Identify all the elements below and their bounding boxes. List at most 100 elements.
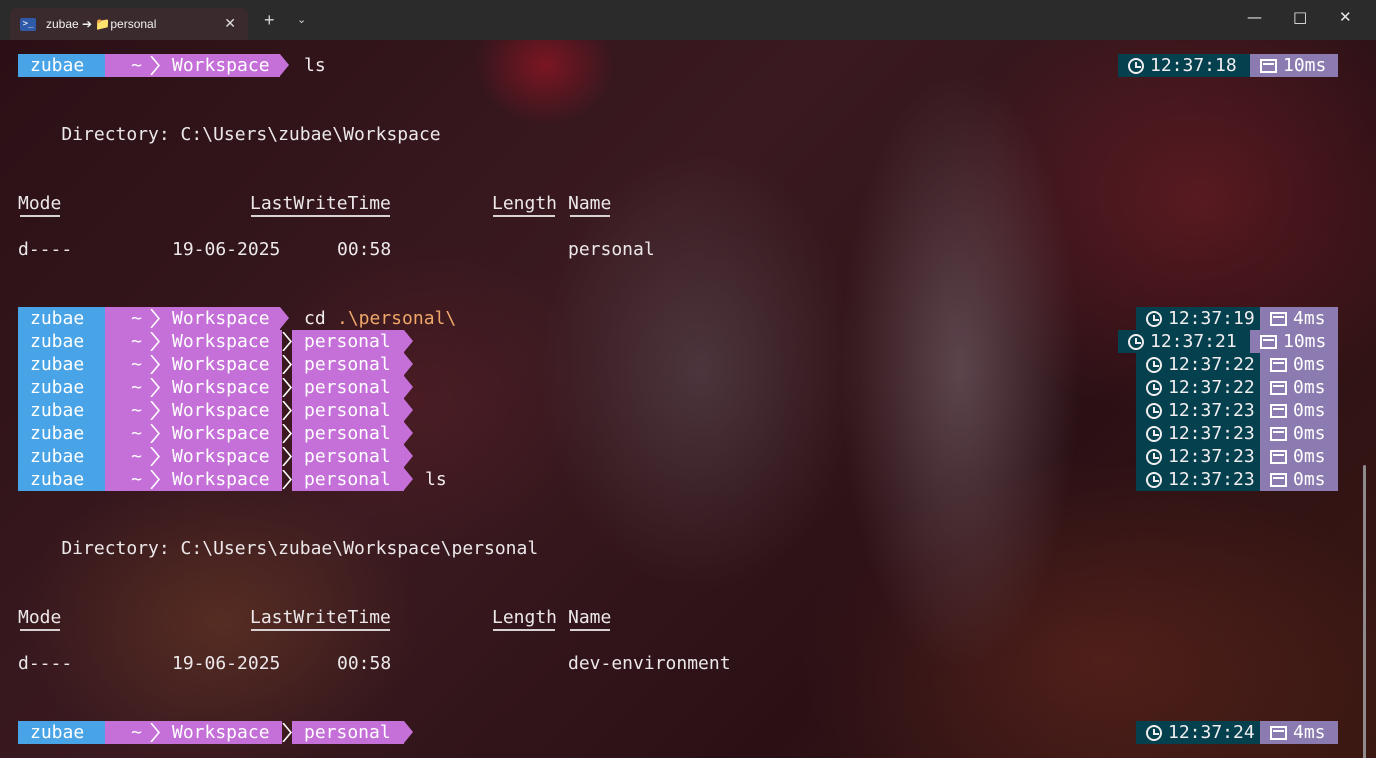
prompt-user-segment: zubae bbox=[18, 399, 105, 422]
prompt-time: 12:37:19 bbox=[1168, 308, 1255, 329]
prompt-subdir-segment: personal bbox=[292, 353, 404, 376]
clock-icon bbox=[1146, 471, 1162, 488]
prompt-line: zubae ~ Workspace personal 12:37:24 4ms bbox=[0, 721, 1376, 744]
prompt-time: 12:37:22 bbox=[1168, 354, 1255, 375]
column-header-lastwritetime: LastWriteTime bbox=[250, 607, 391, 628]
prompt-separator-icon bbox=[150, 55, 161, 76]
prompt-end-arrow bbox=[404, 468, 413, 490]
prompt-separator-icon bbox=[282, 331, 293, 352]
prompt-separator-icon bbox=[150, 331, 161, 352]
tab-close-button[interactable]: ✕ bbox=[224, 15, 236, 32]
command-text: cd bbox=[304, 308, 326, 329]
prompt-subdir-segment: personal bbox=[292, 376, 404, 399]
column-header-length: Length bbox=[492, 193, 558, 214]
header-underline bbox=[570, 629, 610, 631]
prompt-duration-segment: 0ms bbox=[1260, 468, 1338, 491]
directory-line: Directory: C:\Users\zubae\Workspace\pers… bbox=[18, 538, 539, 559]
prompt-duration: 0ms bbox=[1293, 354, 1326, 375]
clock-icon bbox=[1146, 379, 1162, 396]
prompt-separator-icon bbox=[150, 354, 161, 375]
command-text: ls bbox=[425, 469, 447, 490]
column-header-length: Length bbox=[492, 607, 558, 628]
prompt-separator-icon bbox=[150, 446, 161, 467]
tab-title: zubae ➔ 📁personal bbox=[46, 17, 157, 31]
prompt-separator-icon bbox=[282, 400, 293, 421]
prompt-duration: 10ms bbox=[1283, 55, 1327, 76]
row-mode: d---- bbox=[18, 653, 73, 674]
window-close-button[interactable]: ✕ bbox=[1339, 8, 1352, 26]
column-header-name: Name bbox=[568, 193, 612, 214]
prompt-time-segment: 12:37:19 bbox=[1136, 307, 1260, 330]
prompt-time: 12:37:23 bbox=[1168, 446, 1255, 467]
prompt-duration: 0ms bbox=[1293, 423, 1326, 444]
prompt-user-segment: zubae bbox=[18, 445, 105, 468]
powershell-icon: >_ bbox=[20, 17, 36, 31]
prompt-end-arrow bbox=[404, 445, 413, 467]
prompt-separator-icon bbox=[282, 722, 293, 743]
row-date: 19-06-2025 bbox=[172, 653, 281, 674]
execution-time-icon bbox=[1270, 426, 1287, 441]
clock-icon bbox=[1146, 402, 1162, 419]
new-tab-button[interactable]: + bbox=[264, 10, 275, 31]
prompt-dir-segment: Workspace bbox=[160, 307, 280, 330]
prompt-separator-icon bbox=[150, 423, 161, 444]
prompt-line: zubae ~ Workspace personal ls 12:37:23 0ms bbox=[0, 468, 1376, 491]
prompt-subdir-segment: personal bbox=[292, 721, 404, 744]
prompt-separator-icon bbox=[150, 377, 161, 398]
prompt-end-arrow bbox=[404, 353, 413, 375]
prompt-dir-segment: Workspace bbox=[160, 54, 280, 77]
prompt-time: 12:37:18 bbox=[1150, 55, 1237, 76]
header-underline bbox=[570, 215, 610, 217]
row-name: personal bbox=[568, 239, 655, 260]
prompt-time-segment: 12:37:21 bbox=[1118, 330, 1250, 353]
execution-time-icon bbox=[1270, 725, 1287, 740]
column-header-lastwritetime: LastWriteTime bbox=[250, 193, 391, 214]
prompt-duration-segment: 0ms bbox=[1260, 445, 1338, 468]
prompt-user-segment: zubae bbox=[18, 330, 105, 353]
prompt-separator-icon bbox=[282, 469, 293, 490]
prompt-time: 12:37:23 bbox=[1168, 469, 1255, 490]
prompt-time-segment: 12:37:24 bbox=[1136, 721, 1260, 744]
prompt-user-segment: zubae bbox=[18, 468, 105, 491]
prompt-time-segment: 12:37:23 bbox=[1136, 422, 1260, 445]
prompt-separator-icon bbox=[150, 308, 161, 329]
execution-time-icon bbox=[1270, 472, 1287, 487]
prompt-dir-segment: Workspace bbox=[160, 399, 282, 422]
prompt-separator-icon bbox=[282, 446, 293, 467]
prompt-time: 12:37:22 bbox=[1168, 377, 1255, 398]
execution-time-icon bbox=[1270, 380, 1287, 395]
prompt-dir-segment: Workspace bbox=[160, 468, 282, 491]
prompt-end-arrow bbox=[404, 399, 413, 421]
prompt-end-arrow bbox=[280, 54, 289, 76]
execution-time-icon bbox=[1270, 403, 1287, 418]
prompt-duration: 0ms bbox=[1293, 400, 1326, 421]
prompt-dir-segment: Workspace bbox=[160, 376, 282, 399]
prompt-duration-segment: 0ms bbox=[1260, 353, 1338, 376]
prompt-separator-icon bbox=[150, 469, 161, 490]
prompt-user-segment: zubae bbox=[18, 307, 105, 330]
prompt-end-arrow bbox=[404, 721, 413, 743]
execution-time-icon bbox=[1270, 311, 1287, 326]
prompt-subdir-segment: personal bbox=[292, 330, 404, 353]
tab-terminal[interactable]: >_ zubae ➔ 📁personal ✕ bbox=[10, 8, 248, 40]
maximize-button[interactable]: □ bbox=[1293, 8, 1307, 26]
prompt-duration: 0ms bbox=[1293, 377, 1326, 398]
column-header-name: Name bbox=[568, 607, 612, 628]
prompt-duration: 4ms bbox=[1293, 722, 1326, 743]
prompt-time: 12:37:21 bbox=[1150, 331, 1237, 352]
prompt-duration-segment: 0ms bbox=[1260, 399, 1338, 422]
prompt-duration-segment: 4ms bbox=[1260, 307, 1338, 330]
tab-dropdown-button[interactable]: ⌄ bbox=[297, 13, 306, 26]
column-header-mode: Mode bbox=[18, 607, 62, 628]
prompt-duration: 10ms bbox=[1283, 331, 1327, 352]
scrollbar[interactable] bbox=[1363, 465, 1366, 758]
prompt-end-arrow bbox=[404, 376, 413, 398]
header-underline bbox=[493, 629, 555, 631]
row-mode: d---- bbox=[18, 239, 73, 260]
row-name: dev-environment bbox=[568, 653, 731, 674]
execution-time-icon bbox=[1260, 58, 1277, 73]
prompt-user-segment: zubae bbox=[18, 376, 105, 399]
title-bar: >_ zubae ➔ 📁personal ✕ + ⌄ — □ ✕ bbox=[0, 0, 1376, 40]
minimize-button[interactable]: — bbox=[1247, 8, 1262, 26]
prompt-end-arrow bbox=[404, 330, 413, 352]
